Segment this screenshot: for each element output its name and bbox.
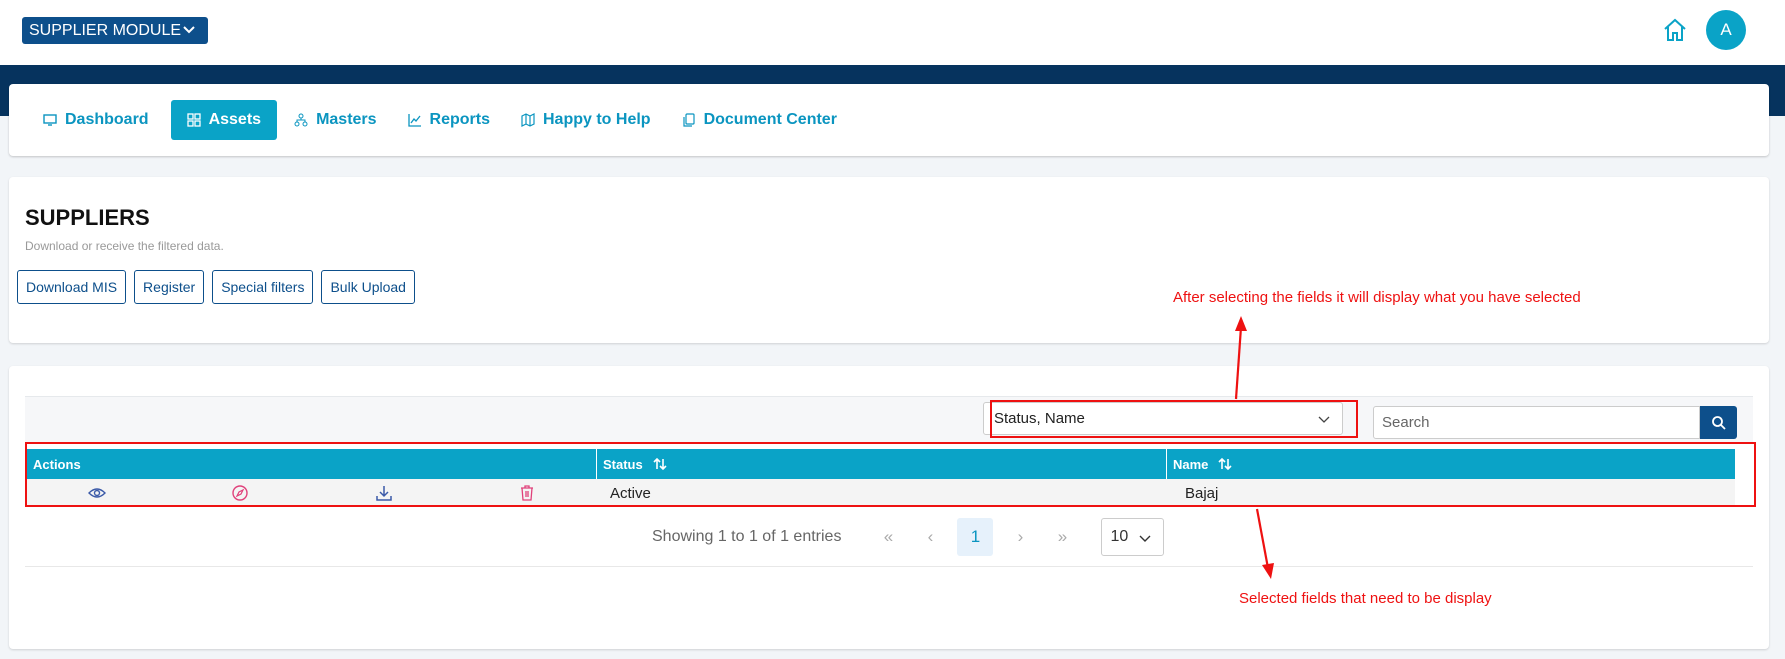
suppliers-actions: Download MIS Register Special filters Bu… xyxy=(17,270,415,304)
nav-document-center-label: Document Center xyxy=(703,111,837,128)
header-band xyxy=(0,65,1785,84)
nav-happy-to-help[interactable]: Happy to Help xyxy=(512,100,665,140)
nav-dashboard-label: Dashboard xyxy=(65,111,149,128)
copy-icon xyxy=(682,113,695,127)
bulk-upload-button[interactable]: Bulk Upload xyxy=(321,270,415,304)
nav-document-center[interactable]: Document Center xyxy=(673,100,851,140)
nav-reports-label: Reports xyxy=(429,111,490,128)
page-size-select[interactable]: 10 xyxy=(1101,518,1165,556)
page-subtitle: Download or receive the filtered data. xyxy=(25,239,224,253)
chevron-down-icon xyxy=(183,26,195,34)
prev-page-button[interactable]: ‹ xyxy=(909,518,951,556)
page-title: SUPPLIERS xyxy=(25,205,150,230)
annotation-box-table xyxy=(25,442,1756,507)
pagination: Showing 1 to 1 of 1 entries « ‹ 1 › » 10 xyxy=(652,518,1165,556)
register-button[interactable]: Register xyxy=(134,270,205,304)
module-selector-label: SUPPLIER MODULE xyxy=(29,21,182,39)
chart-line-icon xyxy=(407,114,421,127)
search-input[interactable] xyxy=(1373,406,1700,439)
page-size-value: 10 xyxy=(1110,528,1129,545)
top-bar: SUPPLIER MODULE A xyxy=(0,0,1785,65)
monitor-icon xyxy=(43,114,57,126)
search-icon xyxy=(1712,416,1726,430)
home-icon[interactable] xyxy=(1662,17,1688,43)
nav-assets-label: Assets xyxy=(208,111,262,128)
module-selector[interactable]: SUPPLIER MODULE xyxy=(22,17,208,44)
divider xyxy=(25,566,1753,567)
download-mis-button[interactable]: Download MIS xyxy=(17,270,127,304)
nav-assets[interactable]: Assets xyxy=(170,100,278,140)
annotation-bottom-note: Selected fields that need to be display xyxy=(1239,590,1492,607)
first-page-button[interactable]: « xyxy=(867,518,909,556)
last-page-button[interactable]: » xyxy=(1041,518,1083,556)
avatar[interactable]: A xyxy=(1706,10,1746,50)
special-filters-button[interactable]: Special filters xyxy=(212,270,314,304)
next-page-button[interactable]: › xyxy=(999,518,1041,556)
nav-masters[interactable]: Masters xyxy=(285,100,390,140)
search-button[interactable] xyxy=(1700,406,1737,439)
grid-icon xyxy=(186,113,201,127)
nav-happy-to-help-label: Happy to Help xyxy=(543,111,651,128)
hierarchy-icon xyxy=(294,113,308,127)
annotation-top-note: After selecting the fields it will displ… xyxy=(1173,289,1581,306)
nav-dashboard[interactable]: Dashboard xyxy=(34,100,163,140)
chevron-down-icon xyxy=(1139,535,1151,542)
nav-reports[interactable]: Reports xyxy=(399,100,504,140)
nav-masters-label: Masters xyxy=(316,111,377,128)
main-nav: Dashboard Assets Masters Reports Happy t… xyxy=(9,84,1769,156)
annotation-box-fields xyxy=(990,400,1358,438)
page-button-current[interactable]: 1 xyxy=(957,518,994,556)
map-icon xyxy=(521,113,535,127)
suppliers-panel: SUPPLIERS Download or receive the filter… xyxy=(9,177,1769,343)
pagination-info: Showing 1 to 1 of 1 entries xyxy=(652,528,842,545)
